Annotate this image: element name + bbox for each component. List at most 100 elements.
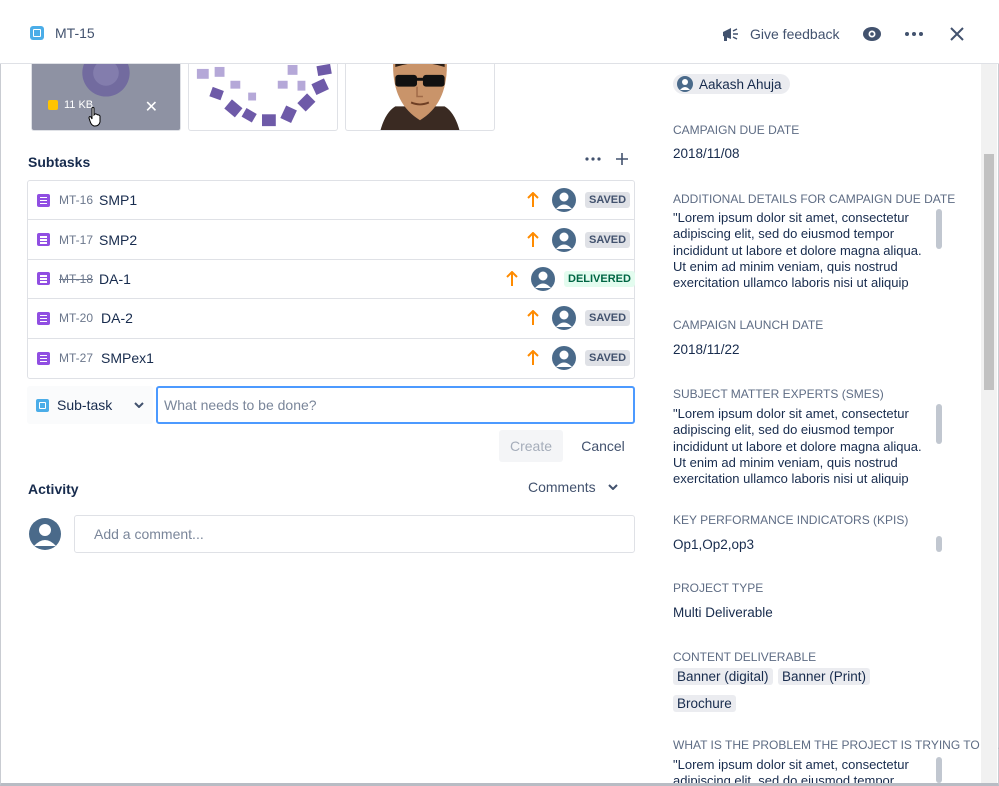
field-scrollbar[interactable] [936, 404, 942, 444]
smes-value[interactable]: "Lorem ipsum dolor sit amet, consectetur… [673, 406, 935, 488]
close-icon [950, 27, 964, 41]
priority-high-icon [527, 350, 539, 366]
project-type-value[interactable]: Multi Deliverable [673, 605, 773, 620]
field-label: CAMPAIGN LAUNCH DATE [673, 318, 824, 332]
add-subtask-icon[interactable] [615, 152, 629, 166]
subtask-summary-input[interactable] [156, 386, 635, 424]
more-actions-button[interactable] [902, 22, 926, 46]
attachment-thumbnail[interactable] [188, 63, 338, 131]
attachment-strip: 11 KB ✕ [31, 63, 495, 131]
subtasks-actions [585, 152, 629, 166]
priority-high-icon [527, 192, 539, 208]
activity-filter-label: Comments [528, 479, 596, 495]
subtask-key[interactable]: MT-20 [59, 311, 93, 325]
deliverable-tag[interactable]: Banner (Print) [778, 668, 871, 685]
chevron-down-icon [134, 402, 144, 408]
chevron-down-icon [607, 484, 618, 490]
priority-high-icon [527, 310, 539, 326]
image-file-icon [48, 100, 58, 110]
subtasks-heading: Subtasks [28, 154, 91, 170]
assignee-avatar[interactable] [552, 227, 576, 252]
subtask-type-icon [37, 351, 50, 365]
attachment-thumbnail[interactable]: 11 KB ✕ [31, 63, 181, 131]
subtask-row[interactable]: MT-17 SMP2 SAVED [28, 220, 634, 260]
panel-scrollbar[interactable] [981, 64, 997, 783]
eye-icon [863, 27, 881, 41]
activity-heading: Activity [28, 481, 79, 497]
issue-type-label: Sub-task [57, 397, 113, 413]
close-dialog-button[interactable] [945, 22, 969, 46]
subtask-summary[interactable]: SMPex1 [101, 350, 154, 366]
assignee-avatar[interactable] [552, 346, 576, 371]
give-feedback-button[interactable]: Give feedback [720, 22, 840, 46]
assignee-avatar[interactable] [552, 188, 576, 213]
status-lozenge[interactable]: SAVED [585, 350, 631, 367]
subtask-summary[interactable]: DA-2 [101, 310, 133, 326]
subtask-key[interactable]: MT-17 [59, 233, 93, 247]
field-label: ADDITIONAL DETAILS FOR CAMPAIGN DUE DATE [673, 192, 956, 206]
assignee-avatar[interactable] [552, 306, 576, 331]
megaphone-icon [723, 28, 738, 41]
subtask-row[interactable]: MT-16 SMP1 SAVED [28, 181, 634, 221]
field-scrollbar[interactable] [936, 536, 942, 552]
subtask-key[interactable]: MT-18 [59, 272, 93, 286]
status-lozenge[interactable]: SAVED [585, 192, 631, 209]
status-lozenge[interactable]: SAVED [585, 310, 631, 327]
add-comment-input[interactable]: Add a comment... [74, 515, 635, 553]
subtask-type-icon [37, 193, 50, 207]
subtask-summary[interactable]: DA-1 [99, 271, 131, 287]
attachment-preview-image [380, 63, 460, 130]
more-horizontal-icon [905, 32, 923, 36]
additional-details-value[interactable]: "Lorem ipsum dolor sit amet, consectetur… [673, 210, 935, 292]
field-label: PROJECT TYPE [673, 581, 764, 595]
priority-high-icon [506, 270, 518, 286]
issue-type-select[interactable]: Sub-task [27, 386, 153, 424]
subtask-type-icon [37, 272, 50, 286]
delete-attachment-icon[interactable]: ✕ [145, 97, 158, 117]
subtask-row[interactable]: MT-18 DA-1 DELIVERED [28, 260, 635, 300]
watch-button[interactable] [860, 22, 884, 46]
story-type-icon [30, 26, 44, 40]
create-button[interactable]: Create [499, 430, 563, 462]
status-lozenge[interactable]: DELIVERED [564, 270, 635, 287]
subtask-list: MT-16 SMP1 SAVED MT-17 SMP2 SAVED MT-18 … [27, 180, 635, 379]
attachment-thumbnail[interactable] [345, 63, 495, 131]
campaign-launch-date-value[interactable]: 2018/11/22 [673, 342, 740, 357]
priority-high-icon [527, 231, 539, 247]
activity-filter-select[interactable]: Comments [528, 479, 618, 495]
deliverable-tag[interactable]: Banner (digital) [673, 668, 773, 685]
subtask-type-icon [37, 233, 50, 247]
dialog-header: MT-15 Give feedback [0, 0, 999, 64]
user-avatar-icon [677, 76, 693, 92]
field-scrollbar[interactable] [936, 757, 942, 783]
status-lozenge[interactable]: SAVED [585, 231, 631, 248]
subtasks-more-icon[interactable] [585, 156, 601, 162]
problem-value[interactable]: "Lorem ipsum dolor sit amet, consectetur… [673, 757, 935, 783]
scrollbar-thumb[interactable] [984, 154, 994, 390]
current-user-avatar [29, 518, 61, 550]
give-feedback-label: Give feedback [750, 26, 840, 42]
field-scrollbar[interactable] [936, 209, 942, 249]
subtask-type-icon [36, 398, 49, 412]
deliverable-tag[interactable]: Brochure [673, 695, 736, 712]
cancel-button[interactable]: Cancel [572, 430, 634, 462]
hand-cursor-icon [88, 107, 101, 127]
field-label: CAMPAIGN DUE DATE [673, 123, 800, 137]
field-label: KEY PERFORMANCE INDICATORS (KPIS) [673, 513, 909, 527]
field-label: WHAT IS THE PROBLEM THE PROJECT IS TRYIN… [673, 738, 999, 752]
attachment-file-size: 11 KB [48, 99, 93, 111]
approver-user-pill[interactable]: Aakash Ahuja [673, 74, 790, 94]
subtask-summary[interactable]: SMP2 [99, 232, 137, 248]
subtask-key[interactable]: MT-16 [59, 193, 93, 207]
campaign-due-date-value[interactable]: 2018/11/08 [673, 146, 740, 161]
subtask-type-icon [37, 311, 50, 325]
assignee-avatar[interactable] [531, 266, 555, 291]
kpis-value[interactable]: Op1,Op2,op3 [673, 537, 754, 552]
subtask-summary[interactable]: SMP1 [99, 192, 137, 208]
issue-key-breadcrumb[interactable]: MT-15 [55, 25, 95, 41]
field-label: CONTENT DELIVERABLE [673, 650, 817, 664]
subtask-row[interactable]: MT-27 SMPex1 SAVED [28, 339, 634, 378]
attachment-preview-image [196, 63, 332, 127]
subtask-row[interactable]: MT-20 DA-2 SAVED [28, 299, 634, 339]
subtask-key[interactable]: MT-27 [59, 351, 93, 365]
